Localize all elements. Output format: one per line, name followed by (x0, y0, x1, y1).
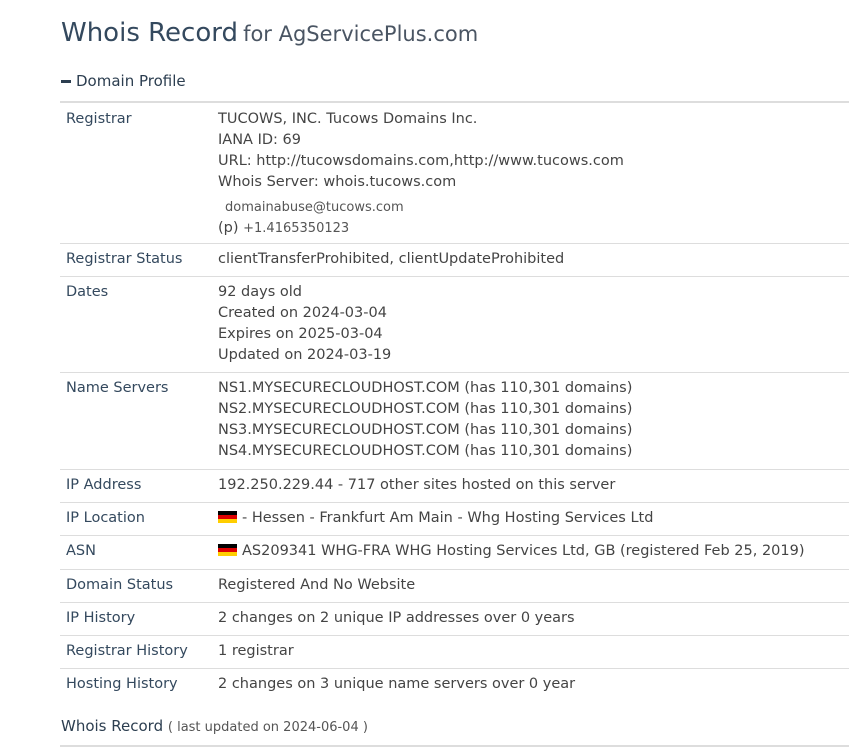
dates-updated: Updated on 2024-03-19 (218, 347, 392, 363)
name-server-item[interactable]: NS3.MYSECURECLOUDHOST.COM (has 110,301 d… (218, 420, 849, 441)
row-ip-address: IP Address 192.250.229.44 - 717 other si… (60, 470, 849, 503)
ip-address-value[interactable]: 192.250.229.44 - 717 other sites hosted … (218, 475, 849, 496)
registrar-value: TUCOWS, INC. Tucows Domains Inc. IANA ID… (218, 109, 849, 243)
phone-number: +1.4165350123 (243, 221, 350, 236)
registrar-history-value[interactable]: 1 registrar (218, 641, 849, 662)
ip-history-value[interactable]: 2 changes on 2 unique IP addresses over … (218, 608, 849, 629)
name-server-item[interactable]: NS4.MYSECURECLOUDHOST.COM (has 110,301 d… (218, 441, 849, 462)
registrar-phone: (p) +1.4165350123 (218, 218, 849, 239)
row-name-servers: Name Servers NS1.MYSECURECLOUDHOST.COM (… (60, 373, 849, 470)
flag-de-icon (218, 511, 237, 523)
whois-record-link[interactable]: Whois Record (61, 717, 163, 735)
row-ip-location: IP Location - Hessen - Frankfurt Am Main… (60, 503, 849, 536)
dates-age: 92 days old (218, 284, 302, 300)
row-dates: Dates 92 days old Created on 2024-03-04 … (60, 277, 849, 373)
domain-profile-table: Registrar TUCOWS, INC. Tucows Domains In… (60, 101, 849, 702)
page-title: Whois Record for AgServicePlus.com (61, 18, 478, 48)
phone-prefix: (p) (218, 220, 239, 236)
dates-expires: Expires on 2025-03-04 (218, 326, 383, 342)
ip-address-label: IP Address (66, 477, 142, 493)
domain-status-label: Domain Status (66, 577, 174, 593)
ip-location-label: IP Location (66, 510, 145, 526)
registrar-whois-server: Whois Server: whois.tucows.com (218, 174, 457, 190)
whois-record-footer: Whois Record ( last updated on 2024-06-0… (61, 717, 368, 735)
asn-value: AS209341 WHG-FRA WHG Hosting Services Lt… (218, 541, 849, 562)
dates-created: Created on 2024-03-04 (218, 305, 387, 321)
minus-icon[interactable] (61, 79, 71, 83)
registrar-status-label: Registrar Status (66, 251, 183, 267)
row-registrar: Registrar TUCOWS, INC. Tucows Domains In… (60, 103, 849, 244)
hosting-history-value[interactable]: 2 changes on 3 unique name servers over … (218, 674, 849, 695)
domain-status-value: Registered And No Website (218, 577, 416, 593)
page-title-main: Whois Record (61, 18, 238, 48)
name-server-item[interactable]: NS1.MYSECURECLOUDHOST.COM (has 110,301 d… (218, 378, 849, 399)
domain-profile-label: Domain Profile (76, 72, 186, 90)
registrar-label: Registrar (66, 111, 132, 127)
page-title-domain: for AgServicePlus.com (243, 22, 479, 46)
row-ip-history: IP History 2 changes on 2 unique IP addr… (60, 603, 849, 636)
registrar-history-label: Registrar History (66, 643, 188, 659)
asn-text: AS209341 WHG-FRA WHG Hosting Services Lt… (242, 543, 805, 559)
domain-profile-toggle[interactable]: Domain Profile (61, 72, 186, 90)
dates-label: Dates (66, 284, 109, 300)
asn-label: ASN (66, 543, 96, 559)
ip-location-text: - Hessen - Frankfurt Am Main - Whg Hosti… (242, 510, 654, 526)
ip-location-value: - Hessen - Frankfurt Am Main - Whg Hosti… (218, 508, 849, 529)
registrar-email: domainabuse@tucows.com (225, 200, 404, 215)
row-registrar-history: Registrar History 1 registrar (60, 636, 849, 669)
dates-value: 92 days old Created on 2024-03-04 Expire… (218, 282, 849, 372)
row-domain-status: Domain Status Registered And No Website (60, 570, 849, 603)
registrar-name: TUCOWS, INC. Tucows Domains Inc. (218, 111, 478, 127)
whois-page: Whois Record for AgServicePlus.com Domai… (0, 0, 849, 747)
last-updated: ( last updated on 2024-06-04 ) (167, 720, 368, 735)
row-hosting-history: Hosting History 2 changes on 3 unique na… (60, 669, 849, 702)
name-servers-value: NS1.MYSECURECLOUDHOST.COM (has 110,301 d… (218, 378, 849, 469)
name-server-item[interactable]: NS2.MYSECURECLOUDHOST.COM (has 110,301 d… (218, 399, 849, 420)
registrar-url: URL: http://tucowsdomains.com,http://www… (218, 153, 624, 169)
row-registrar-status: Registrar Status clientTransferProhibite… (60, 244, 849, 277)
registrar-iana: IANA ID: 69 (218, 132, 301, 148)
hosting-history-label: Hosting History (66, 676, 178, 692)
row-asn: ASN AS209341 WHG-FRA WHG Hosting Service… (60, 536, 849, 570)
flag-de-icon (218, 544, 237, 556)
name-servers-label: Name Servers (66, 380, 169, 396)
ip-history-label: IP History (66, 610, 136, 626)
registrar-status-value: clientTransferProhibited, clientUpdatePr… (218, 251, 565, 267)
